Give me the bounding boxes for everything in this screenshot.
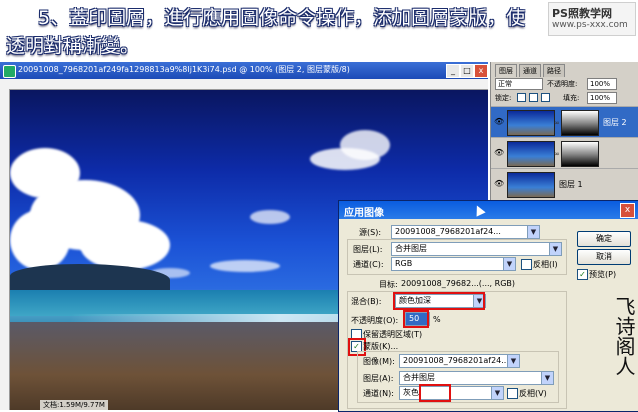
layer-mask-thumbnail[interactable] (561, 110, 599, 136)
layer-thumbnail (507, 110, 555, 136)
blending-label: 混合(B): (351, 297, 382, 306)
tab-channels[interactable]: 通道 (519, 64, 541, 77)
cloud-shape (210, 260, 280, 272)
horizontal-ruler[interactable] (0, 79, 488, 90)
mask-invert-label: 反相(V) (519, 389, 547, 398)
panel-tabs: 图层 通道 路径 (491, 64, 638, 77)
watermark-line-2: www.ps-xxx.com (552, 20, 628, 30)
tab-layers[interactable]: 图层 (495, 64, 517, 77)
blend-row: 正常 不透明度: 100% (491, 78, 638, 92)
layer-label: 图层(L): (353, 245, 383, 254)
chevron-down-icon: ▼ (527, 226, 539, 238)
layer-row[interactable]: 👁 ∞ 图层 2 (491, 106, 638, 137)
image-value: 20091008_7968201af24... (403, 356, 509, 365)
opacity-unit: % (433, 315, 441, 324)
invert-label: 反相(I) (533, 260, 558, 269)
caption-banner: 5、蓋印圖層，進行應用圖像命令操作，添加圖層蒙版，使 透明對稱漸變。 PS照教学… (0, 0, 638, 62)
close-button[interactable]: x (474, 64, 488, 78)
cloud-shape (80, 220, 170, 270)
mask-layer-label: 图层(A): (363, 374, 394, 383)
site-watermark: PS照教学网 www.ps-xxx.com (548, 2, 636, 36)
image-label: 图像(M): (363, 357, 395, 366)
highlight-box (403, 310, 429, 328)
highlight-box (393, 292, 485, 310)
preview-label: 预览(P) (589, 270, 617, 279)
chevron-down-icon: ▼ (503, 258, 515, 270)
opacity-label: 不透明度(O): (351, 316, 399, 325)
chevron-down-icon: ▼ (491, 387, 503, 399)
opacity-label: 不透明度: (547, 80, 578, 88)
caption-line-2: 透明對稱漸變。 (6, 35, 140, 57)
vertical-ruler[interactable] (0, 89, 10, 410)
source-value: 20091008_7968201af24... (395, 227, 501, 236)
eye-icon[interactable]: 👁 (494, 179, 504, 188)
channel-value: RGB (395, 259, 413, 268)
tab-paths[interactable]: 路径 (543, 64, 565, 77)
fill-field[interactable]: 100% (587, 92, 617, 104)
blend-mode-select[interactable]: 正常 (495, 78, 543, 90)
layers-panel: 图层 通道 路径 正常 不透明度: 100% 锁定: 填充: 100% 👁 ∞ … (490, 62, 638, 212)
layer-mask-thumbnail[interactable] (561, 141, 599, 167)
mask-layer-value: 合并图层 (403, 373, 435, 382)
photoshop-document-icon (3, 65, 16, 78)
chevron-down-icon: ▼ (507, 355, 519, 367)
layer-thumbnail (507, 141, 555, 167)
chain-link-icon[interactable]: ∞ (554, 150, 560, 158)
highlight-box (419, 384, 451, 402)
maximize-button[interactable]: □ (460, 64, 474, 78)
invert-checkbox[interactable] (521, 259, 532, 270)
minimize-button[interactable]: _ (446, 64, 460, 78)
source-label: 源(S): (359, 228, 382, 237)
mask-channel-label: 通道(N): (363, 389, 394, 398)
source-select[interactable]: 20091008_7968201af24... ▼ (391, 225, 540, 239)
dialog-close-button[interactable]: x (620, 203, 635, 218)
ok-button[interactable]: 确定 (577, 231, 631, 247)
mountain-shape (10, 264, 170, 292)
chevron-down-icon: ▼ (549, 243, 561, 255)
apply-image-dialog: 应用图像 x 源(S): 20091008_7968201af24... ▼ 图… (338, 200, 638, 412)
eye-icon[interactable]: 👁 (494, 117, 504, 126)
image-select[interactable]: 20091008_7968201af24... ▼ (399, 354, 520, 368)
dialog-title: 应用图像 (344, 208, 384, 219)
layer-row[interactable]: 👁 图层 1 (491, 168, 638, 199)
lock-pixels-icon[interactable] (529, 93, 538, 102)
dialog-title-bar[interactable]: 应用图像 x (339, 201, 638, 219)
cancel-button[interactable]: 取消 (577, 249, 631, 265)
layer-name: 图层 1 (559, 180, 583, 189)
cloud-shape (10, 210, 70, 270)
cloud-shape (250, 210, 290, 224)
document-title-bar[interactable]: 20091008_7968201af249fa1298813a9%8Ij1K3i… (0, 62, 488, 79)
preserve-transparency-label: 保留透明区域(T) (363, 330, 423, 339)
watermark-line-1: PS照教学网 (552, 7, 612, 20)
mask-channel-select[interactable]: 灰色 ▼ (399, 386, 504, 400)
document-status[interactable]: 文档:1.59M/9.77M (40, 400, 108, 410)
target-label: 目标: (379, 280, 398, 289)
fill-label: 填充: (563, 94, 580, 102)
cloud-shape (340, 130, 390, 160)
chain-link-icon[interactable]: ∞ (554, 119, 560, 127)
lock-position-icon[interactable] (541, 93, 550, 102)
layer-row[interactable]: 👁 ∞ (491, 137, 638, 168)
mask-channel-value: 灰色 (403, 388, 419, 397)
layer-select[interactable]: 合并图层 ▼ (391, 242, 562, 256)
channel-select[interactable]: RGB ▼ (391, 257, 516, 271)
eye-icon[interactable]: 👁 (494, 148, 504, 157)
document-title: 20091008_7968201af249fa1298813a9%8Ij1K3i… (18, 65, 350, 74)
lock-transparency-icon[interactable] (517, 93, 526, 102)
caption-line-1: 5、蓋印圖層，進行應用圖像命令操作，添加圖層蒙版，使 (38, 7, 526, 29)
channel-label: 通道(C): (353, 260, 384, 269)
layer-name: 图层 2 (603, 118, 627, 127)
preview-checkbox[interactable]: ✓ (577, 269, 588, 280)
layer-thumbnail (507, 172, 555, 198)
mask-invert-checkbox[interactable] (507, 388, 518, 399)
chevron-down-icon: ▼ (541, 372, 553, 384)
layer-value: 合并图层 (395, 244, 427, 253)
lock-row: 锁定: 填充: 100% (491, 92, 638, 106)
target-value: 20091008_79682...(..., RGB) (401, 279, 515, 288)
mask-layer-select[interactable]: 合并图层 ▼ (399, 371, 554, 385)
lock-label: 锁定: (495, 94, 512, 102)
signature-calligraphy: 飞诗阁人 (612, 296, 636, 376)
opacity-field[interactable]: 100% (587, 78, 617, 90)
